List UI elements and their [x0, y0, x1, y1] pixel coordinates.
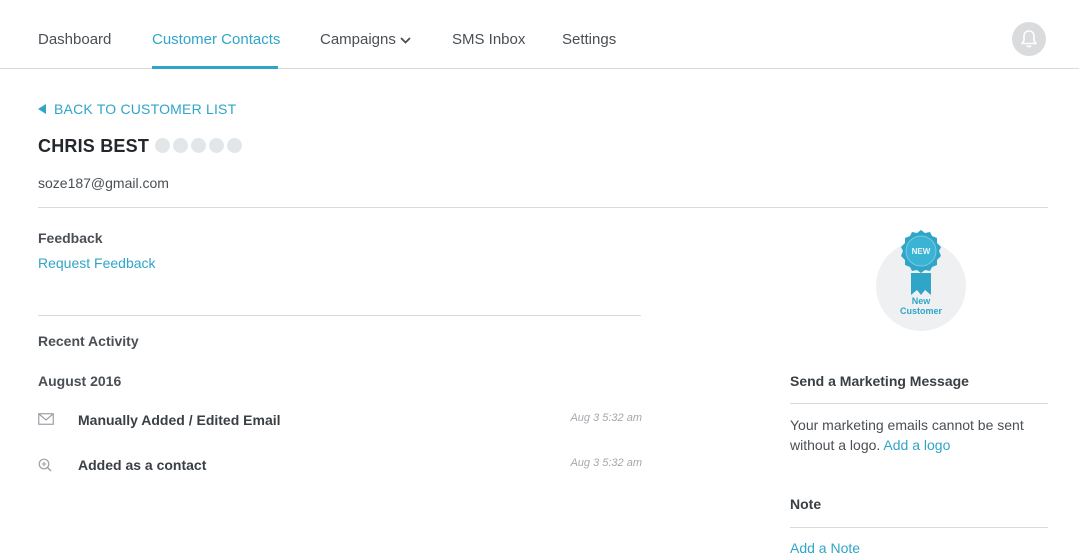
- rating-dot[interactable]: [209, 138, 224, 153]
- activity-item: Added as a contact Aug 3 5:32 am: [38, 457, 642, 477]
- rating-dot[interactable]: [227, 138, 242, 153]
- nav-settings[interactable]: Settings: [562, 31, 616, 48]
- marketing-title: Send a Marketing Message: [790, 373, 969, 389]
- customer-name: CHRIS BEST: [38, 136, 150, 156]
- nav-customer-contacts[interactable]: Customer Contacts: [152, 31, 280, 48]
- divider: [790, 527, 1048, 528]
- activity-item: Manually Added / Edited Email Aug 3 5:32…: [38, 412, 642, 432]
- add-note-link[interactable]: Add a Note: [790, 540, 860, 556]
- feedback-title: Feedback: [38, 230, 103, 246]
- note-title: Note: [790, 496, 822, 512]
- triangle-left-icon: [38, 104, 46, 114]
- recent-activity-title: Recent Activity: [38, 333, 139, 349]
- nav-campaigns-label: Campaigns: [320, 31, 396, 48]
- customer-email: soze187@gmail.com: [38, 175, 169, 191]
- rating-dot[interactable]: [191, 138, 206, 153]
- bell-icon: [1021, 30, 1037, 48]
- marketing-text: Your marketing emails cannot be sent wit…: [790, 415, 1052, 455]
- badge-label: New Customer: [899, 296, 942, 316]
- divider: [38, 315, 641, 316]
- activity-text: Added as a contact: [78, 457, 207, 473]
- add-logo-link[interactable]: Add a logo: [883, 437, 950, 453]
- activity-timestamp: Aug 3 5:32 am: [570, 457, 642, 469]
- zoom-in-icon: [38, 458, 52, 472]
- activity-text: Manually Added / Edited Email: [78, 412, 281, 428]
- top-nav: Dashboard Customer Contacts Campaigns SM…: [0, 0, 1079, 69]
- customer-rating: [155, 138, 245, 153]
- notifications-button[interactable]: [1012, 22, 1046, 56]
- rating-dot[interactable]: [155, 138, 170, 153]
- back-link-label: BACK TO CUSTOMER LIST: [54, 101, 237, 117]
- request-feedback-link[interactable]: Request Feedback: [38, 255, 156, 271]
- nav-campaigns[interactable]: Campaigns: [320, 31, 411, 48]
- activity-month: August 2016: [38, 373, 122, 389]
- nav-sms-inbox[interactable]: SMS Inbox: [452, 31, 525, 48]
- ribbon-text: NEW: [912, 247, 931, 256]
- back-to-customer-list-link[interactable]: BACK TO CUSTOMER LIST: [38, 101, 236, 117]
- new-customer-badge: NEW New Customer: [876, 230, 966, 331]
- envelope-icon: [38, 413, 54, 425]
- award-ribbon-icon: NEW: [901, 230, 941, 295]
- active-tab-indicator: [152, 66, 278, 69]
- divider: [790, 403, 1048, 404]
- rating-dot[interactable]: [173, 138, 188, 153]
- divider: [38, 207, 1048, 208]
- activity-timestamp: Aug 3 5:32 am: [570, 412, 642, 424]
- nav-dashboard[interactable]: Dashboard: [38, 31, 111, 48]
- chevron-down-icon: [400, 36, 411, 44]
